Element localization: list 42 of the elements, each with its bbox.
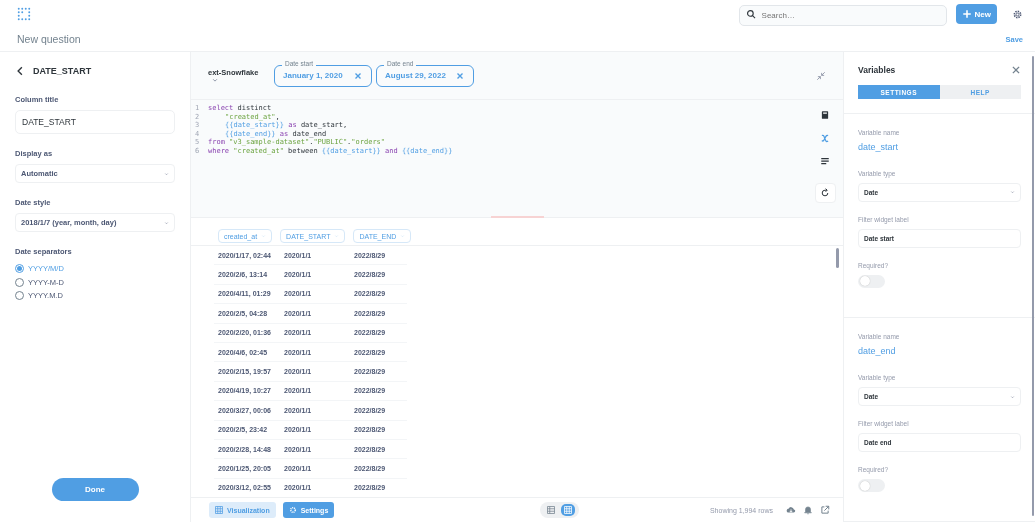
chevron-down-icon [211, 77, 219, 84]
chevron-down-icon [1010, 394, 1015, 399]
scrollbar[interactable] [836, 248, 839, 268]
required-toggle[interactable] [858, 275, 885, 288]
refresh-icon [820, 188, 830, 198]
book-icon[interactable] [820, 110, 830, 120]
resize-handle[interactable] [491, 216, 544, 218]
question-title: New question [17, 33, 81, 45]
logo-icon[interactable] [17, 7, 31, 21]
search-icon [745, 9, 756, 19]
external-link-icon[interactable] [820, 505, 830, 515]
close-icon[interactable] [455, 70, 465, 81]
variable-name: date_end [858, 346, 897, 356]
grid-icon [215, 506, 223, 514]
close-icon[interactable] [353, 70, 363, 81]
column-title-field[interactable]: DATE_START [15, 110, 175, 134]
close-icon[interactable] [1011, 65, 1021, 75]
variable-name: date_start [858, 142, 900, 152]
filter-value: August 29, 2022 [385, 71, 446, 80]
new-button[interactable]: New [955, 4, 997, 24]
panel-title: Variables [858, 65, 896, 75]
chevron-down-icon [1010, 190, 1015, 195]
table-icon [547, 506, 556, 514]
required-toggle[interactable] [858, 479, 885, 492]
grid-view-toggle[interactable] [561, 504, 576, 516]
cloud-download-icon[interactable] [786, 505, 796, 515]
variable-x-icon[interactable] [820, 133, 830, 143]
done-button[interactable]: Done [51, 478, 139, 501]
filter-value: January 1, 2020 [283, 71, 343, 80]
settings-icon[interactable] [1012, 8, 1023, 20]
grid-icon [564, 506, 573, 514]
chevron-down-icon [164, 171, 169, 176]
plus-icon [961, 9, 972, 19]
chevron-down-icon [164, 220, 169, 225]
format-lines-icon[interactable] [820, 156, 830, 166]
column-name: DATE_START [33, 66, 92, 76]
scrollbar[interactable] [1032, 56, 1034, 516]
refresh-button[interactable] [814, 183, 836, 203]
back-chevron-icon[interactable] [15, 66, 25, 76]
search-field[interactable]: Search… [738, 4, 947, 26]
bell-icon[interactable] [803, 505, 813, 515]
collapse-icon[interactable] [816, 70, 826, 81]
